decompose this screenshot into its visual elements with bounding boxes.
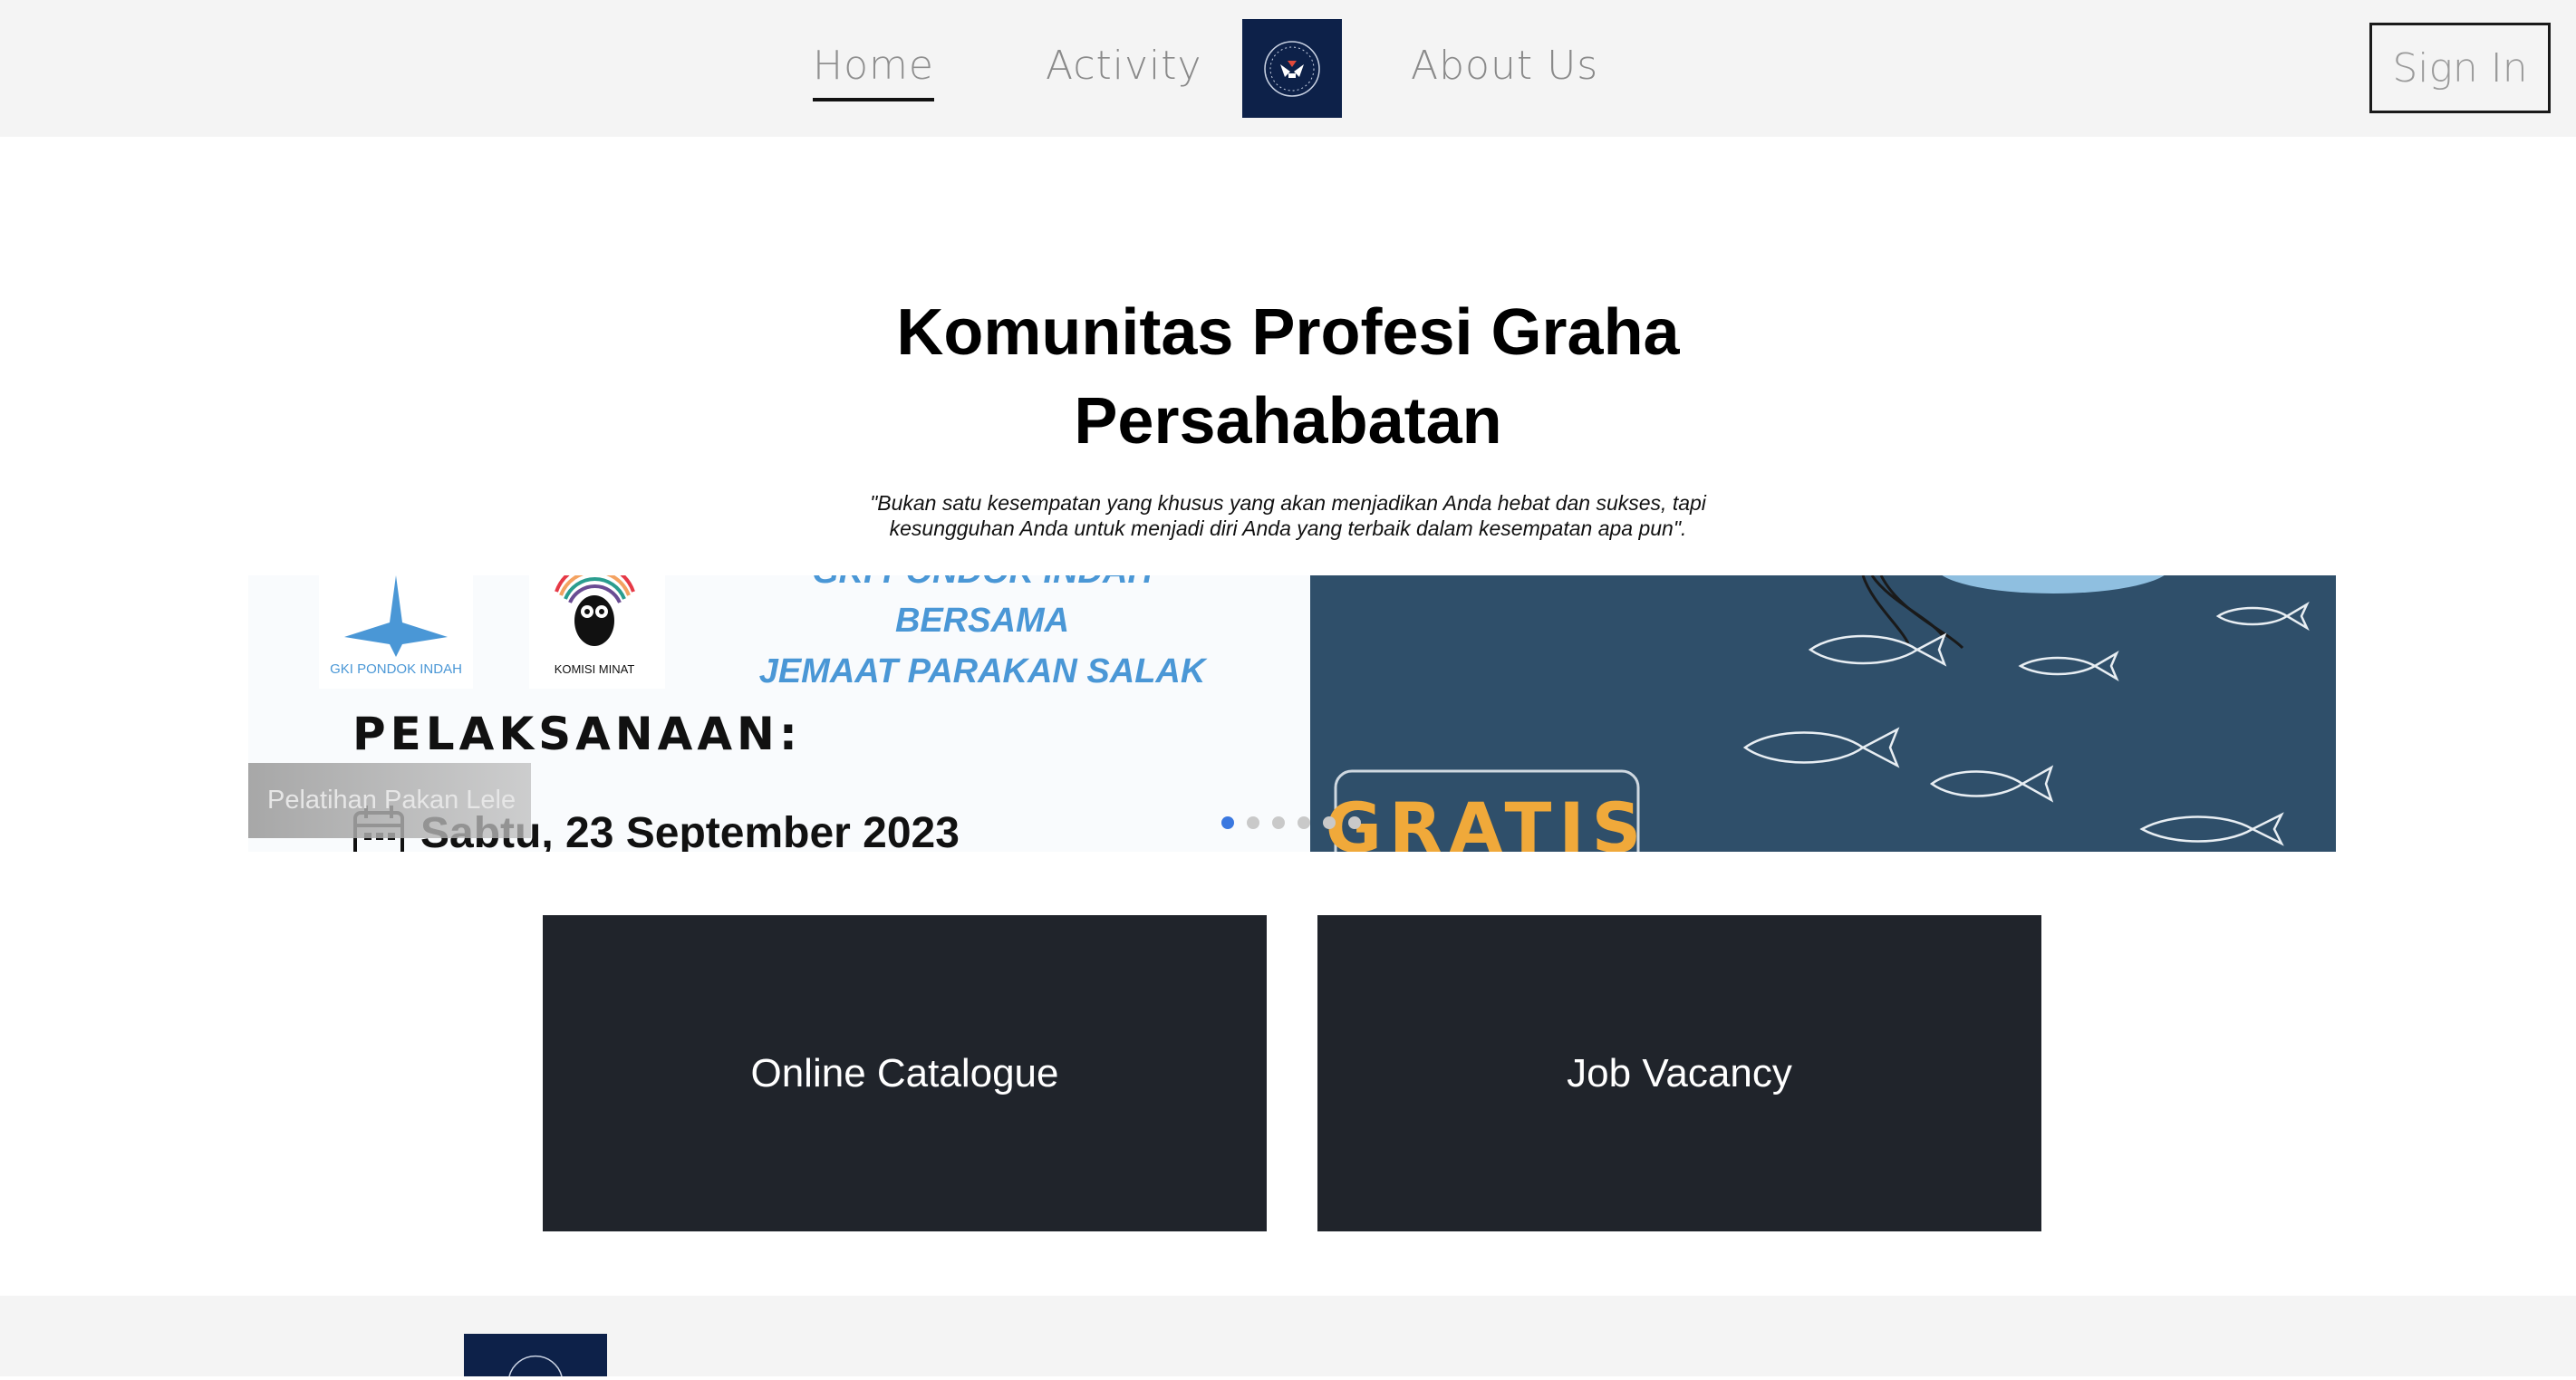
- nav-home-link[interactable]: Home: [813, 34, 934, 101]
- carousel-dot[interactable]: [1272, 816, 1285, 829]
- carousel-dot[interactable]: [1247, 816, 1259, 829]
- carousel-indicators: [1221, 816, 1361, 829]
- nav-activity-link[interactable]: Activity: [1046, 34, 1202, 98]
- job-vacancy-label: Job Vacancy: [1567, 1050, 1792, 1095]
- event-carousel[interactable]: GKI PONDOK INDAH KOMISI MINAT GKI PONDOK…: [248, 575, 2336, 852]
- carousel-dot[interactable]: [1221, 816, 1234, 829]
- nav-about-link[interactable]: About Us: [1411, 34, 1598, 98]
- footer-logo[interactable]: [464, 1334, 607, 1377]
- carousel-slide-fish[interactable]: GRATIS: [1310, 575, 2336, 852]
- sign-in-button[interactable]: Sign In: [2369, 23, 2551, 113]
- gratis-badge-text: GRATIS: [1326, 787, 1649, 852]
- carousel-dot[interactable]: [1298, 816, 1310, 829]
- job-vacancy-tile[interactable]: Job Vacancy: [1317, 915, 2041, 1231]
- komisi-logo-label: KOMISI MINAT: [555, 662, 635, 676]
- gki-logo-label: GKI PONDOK INDAH: [330, 661, 462, 677]
- footer: [0, 1296, 2576, 1376]
- hero-quote: "Bukan satu kesempatan yang khusus yang …: [815, 490, 1761, 541]
- community-emblem-icon: [1264, 40, 1320, 97]
- carousel-caption: Pelatihan Pakan Lele: [248, 763, 531, 838]
- nav-activity-label: Activity: [1046, 43, 1202, 89]
- page-title-line-1: Komunitas Profesi Graha: [896, 296, 1680, 369]
- footer-emblem-icon: [508, 1355, 563, 1377]
- poster-heading-1: GKI PONDOK INDAH: [812, 575, 1153, 591]
- fish-icon: [1742, 601, 2310, 846]
- active-underline: [813, 98, 934, 101]
- fish-poster-graphic: GRATIS: [1326, 575, 2310, 852]
- hero-quote-line-1: "Bukan satu kesempatan yang khusus yang …: [870, 491, 1706, 515]
- site-logo[interactable]: [1242, 19, 1342, 118]
- carousel-dot[interactable]: [1323, 816, 1336, 829]
- poster-heading-2: BERSAMA: [895, 602, 1069, 640]
- page-title: Komunitas Profesi Graha Persahabatan: [0, 288, 2576, 466]
- online-catalogue-label: Online Catalogue: [750, 1050, 1059, 1095]
- hero-quote-line-2: kesungguhan Anda untuk menjadi diri Anda…: [889, 516, 1687, 540]
- poster-heading-3: JEMAAT PARAKAN SALAK: [759, 652, 1208, 690]
- top-navbar: Home Activity About Us Sign In: [0, 0, 2576, 137]
- page-title-line-2: Persahabatan: [1074, 385, 1502, 458]
- carousel-dot[interactable]: [1348, 816, 1361, 829]
- poster-section-label: PELAKSANAAN:: [352, 708, 802, 760]
- online-catalogue-tile[interactable]: Online Catalogue: [543, 915, 1267, 1231]
- nav-about-label: About Us: [1411, 43, 1599, 89]
- nav-home-label: Home: [813, 43, 934, 89]
